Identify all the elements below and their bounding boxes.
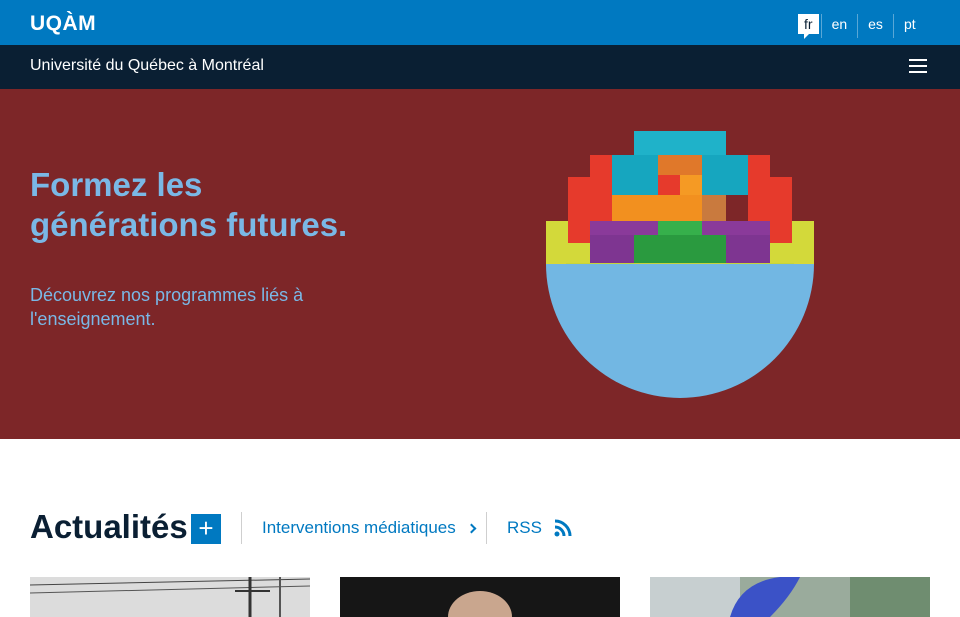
rss-label: RSS xyxy=(507,518,542,537)
lang-en[interactable]: en xyxy=(820,14,858,38)
puzzle-hemisphere-image xyxy=(546,131,814,398)
lang-es[interactable]: es xyxy=(857,14,893,38)
gloved-hand-photo xyxy=(650,577,930,617)
hamburger-menu-icon[interactable] xyxy=(909,59,927,75)
news-card-2[interactable] xyxy=(340,577,620,617)
divider xyxy=(486,512,487,544)
power-lines-photo xyxy=(30,577,310,617)
university-bar: Université du Québec à Montréal xyxy=(0,45,960,89)
media-interventions-label: Interventions médiatiques xyxy=(262,518,456,537)
news-card-3[interactable] xyxy=(650,577,930,617)
news-section-title: Actualités xyxy=(30,508,188,545)
news-card-1[interactable] xyxy=(30,577,310,617)
hero-banner[interactable]: Formez les générations futures. Découvre… xyxy=(0,89,960,439)
hero-title: Formez les générations futures. xyxy=(30,166,348,243)
person-portrait-photo xyxy=(340,577,620,617)
university-name[interactable]: Université du Québec à Montréal xyxy=(30,57,264,75)
rss-link[interactable]: RSS xyxy=(507,518,572,538)
rss-icon xyxy=(554,519,572,537)
plus-icon[interactable]: + xyxy=(191,514,221,544)
uqam-logo[interactable]: UQÀM xyxy=(30,12,96,36)
hero-subtitle: Découvrez nos programmes liés à l'enseig… xyxy=(30,285,304,329)
lang-pt[interactable]: pt xyxy=(892,14,926,38)
lang-fr[interactable]: fr xyxy=(798,14,819,39)
top-bar: UQÀM fr en es pt xyxy=(0,0,960,45)
divider xyxy=(241,512,242,544)
chevron-right-icon xyxy=(466,523,477,533)
media-interventions-link[interactable]: Interventions médiatiques xyxy=(262,518,477,538)
language-switcher: fr en es pt xyxy=(798,14,926,39)
